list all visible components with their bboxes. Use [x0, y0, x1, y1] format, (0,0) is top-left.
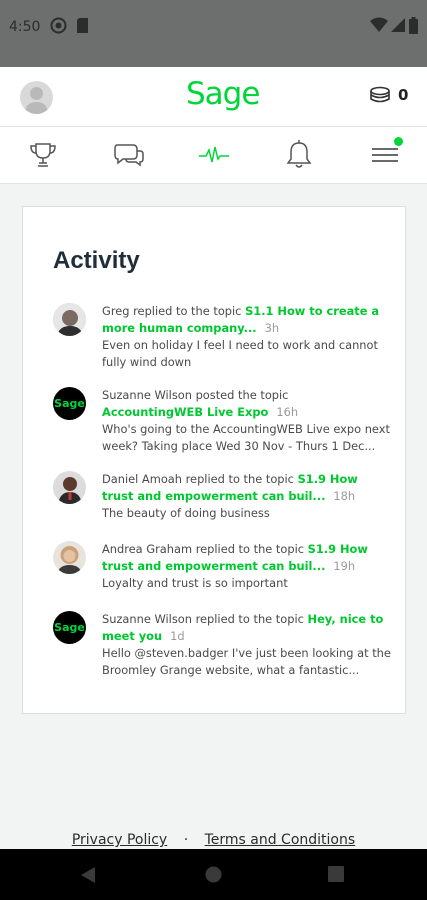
coins-count: 0 [398, 86, 409, 104]
nav-chat[interactable] [99, 127, 159, 183]
activity-snippet: Even on holiday I feel I need to work an… [102, 338, 378, 369]
actor-name[interactable]: Greg [102, 304, 130, 318]
time-ago: 19h [333, 558, 356, 573]
bell-icon [286, 140, 312, 168]
status-time: 4:50 [9, 19, 41, 35]
activity-headline: Greg replied to the topic S1.1 How to cr… [102, 303, 392, 336]
time-ago: 18h [333, 488, 356, 503]
activity-item[interactable]: Greg replied to the topic S1.1 How to cr… [53, 303, 393, 373]
actor-name[interactable]: Suzanne Wilson [102, 612, 192, 626]
activity-snippet: Who's going to the AccountingWEB Live ex… [102, 422, 390, 453]
activity-card: Activity Greg replied to the topic S1.1 … [22, 206, 406, 714]
activity-snippet: Hello @steven.badger I've just been look… [102, 646, 391, 677]
activity-item[interactable]: Sage Suzanne Wilson posted the topic Acc… [53, 387, 393, 457]
terms-link[interactable]: Terms and Conditions [205, 832, 356, 848]
action-text: replied to the topic [133, 304, 242, 318]
activity-snippet: Loyalty and trust is so important [102, 576, 288, 590]
nav-trophy[interactable] [13, 127, 73, 183]
footer-links: Privacy Policy · Terms and Conditions [0, 832, 427, 848]
avatar[interactable] [53, 541, 86, 574]
activity-headline: Daniel Amoah replied to the topic S1.9 H… [102, 471, 392, 504]
activity-item[interactable]: Daniel Amoah replied to the topic S1.9 H… [53, 471, 393, 526]
record-icon [50, 17, 67, 38]
action-text: replied to the topic [195, 542, 305, 556]
time-ago: 1d [170, 628, 185, 643]
activity-icon [199, 146, 229, 163]
avatar[interactable]: Sage [53, 611, 86, 644]
nav-activity[interactable] [184, 127, 244, 183]
avatar[interactable] [53, 303, 86, 336]
time-ago: 3h [264, 320, 280, 335]
system-nav-bar [0, 849, 427, 900]
activity-snippet: The beauty of doing business [102, 506, 270, 520]
wifi-icon [370, 17, 388, 37]
status-bar: 4:50 [0, 0, 427, 67]
menu-icon [372, 148, 398, 162]
actor-name[interactable]: Daniel Amoah [102, 472, 182, 486]
signal-icon [391, 17, 405, 37]
action-text: replied to the topic [185, 472, 294, 486]
coins-icon[interactable] [368, 86, 392, 108]
nav-menu[interactable] [355, 127, 415, 183]
home-icon[interactable] [205, 866, 222, 887]
main-nav [0, 127, 427, 184]
avatar[interactable]: Sage [53, 387, 86, 420]
privacy-policy-link[interactable]: Privacy Policy [72, 832, 167, 848]
avatar[interactable] [53, 471, 86, 504]
sim-icon [76, 17, 89, 38]
recents-icon[interactable] [328, 866, 344, 886]
time-ago: 16h [276, 404, 299, 419]
activity-item[interactable]: Andrea Graham replied to the topic S1.9 … [53, 541, 393, 596]
activity-headline: Suzanne Wilson posted the topic Accounti… [102, 387, 392, 420]
trophy-icon [30, 143, 56, 167]
nav-notifications[interactable] [269, 127, 329, 183]
actor-name[interactable]: Suzanne Wilson [102, 388, 192, 402]
back-icon[interactable] [80, 866, 96, 888]
activity-headline: Suzanne Wilson replied to the topic Hey,… [102, 611, 392, 644]
actor-name[interactable]: Andrea Graham [102, 542, 192, 556]
sage-logo[interactable]: Sage [186, 76, 260, 112]
page-title: Activity [53, 247, 140, 274]
topic-link[interactable]: AccountingWEB Live Expo [102, 405, 268, 419]
action-text: posted the topic [195, 388, 289, 402]
activity-item[interactable]: Sage Suzanne Wilson replied to the topic… [53, 611, 393, 681]
battery-icon [409, 17, 418, 38]
chat-icon [114, 144, 144, 167]
top-app-bar: Sage 0 [0, 67, 427, 127]
notification-dot [394, 137, 403, 146]
activity-headline: Andrea Graham replied to the topic S1.9 … [102, 541, 392, 574]
footer-separator: · [183, 832, 189, 848]
user-avatar[interactable] [20, 81, 53, 114]
action-text: replied to the topic [195, 612, 304, 626]
